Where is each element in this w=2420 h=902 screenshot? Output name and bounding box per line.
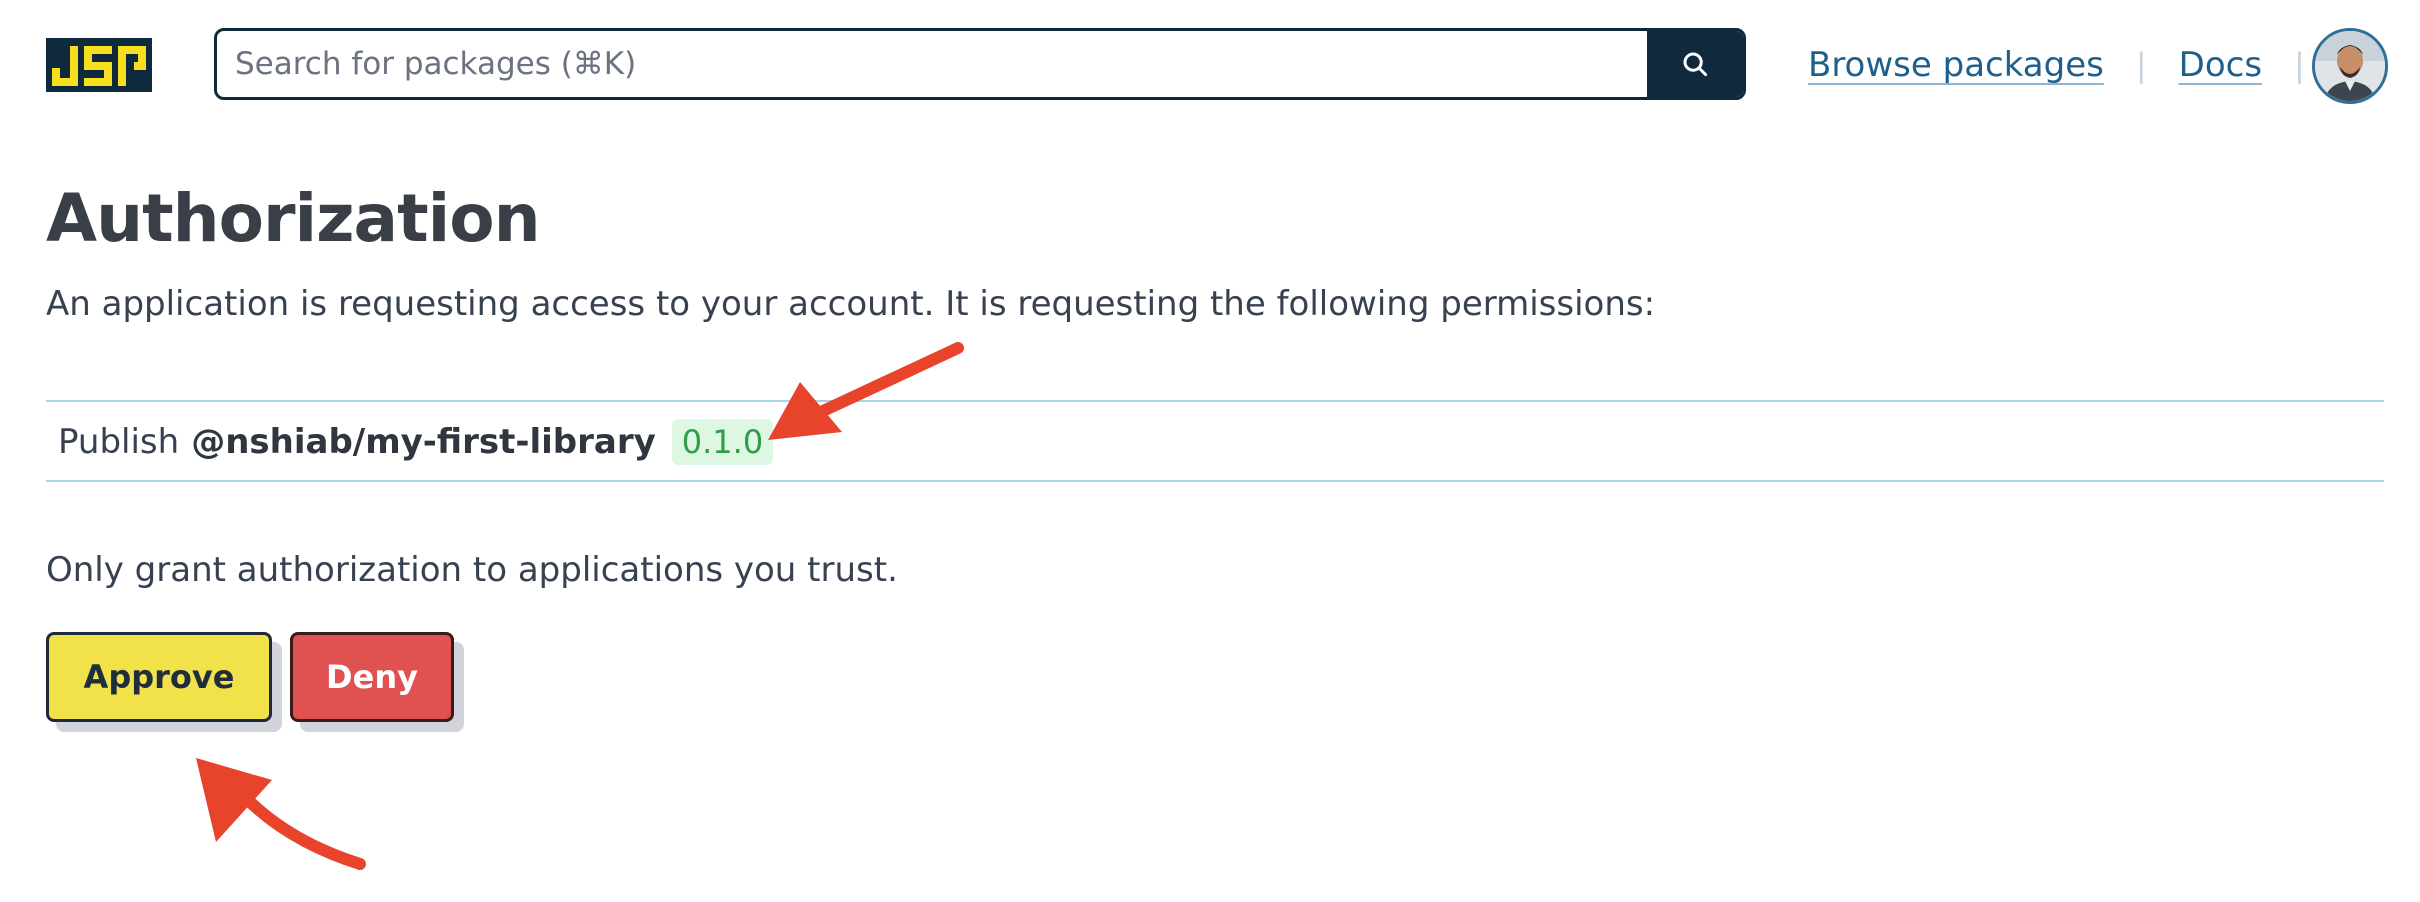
search-input[interactable] (217, 31, 1647, 97)
browse-packages-link[interactable]: Browse packages (1808, 45, 2104, 85)
docs-link[interactable]: Docs (2179, 45, 2262, 85)
permission-version-badge: 0.1.0 (671, 419, 774, 465)
search-box (214, 28, 1746, 100)
search-button[interactable] (1647, 31, 1743, 97)
annotation-arrow-approve (196, 758, 366, 870)
nav-separator: | (2135, 46, 2147, 84)
page-title: Authorization (46, 180, 541, 257)
approve-button[interactable]: Approve (46, 632, 272, 722)
permission-action: Publish (58, 422, 180, 462)
header-nav: Browse packages | Docs | (1808, 38, 2337, 92)
nav-separator: | (2294, 46, 2305, 84)
site-header: Browse packages | Docs | (0, 0, 2420, 130)
search-icon (1683, 52, 1708, 77)
jsr-logo-icon (46, 38, 152, 92)
permissions-table: Publish @nshiab/my-first-library 0.1.0 (46, 400, 2384, 482)
approve-button-wrap: Approve (46, 632, 282, 732)
trust-warning-text: Only grant authorization to applications… (46, 550, 898, 590)
avatar[interactable] (2312, 28, 2388, 104)
permission-row: Publish @nshiab/my-first-library 0.1.0 (58, 415, 774, 469)
permission-package: @nshiab/my-first-library (191, 422, 656, 462)
intro-text: An application is requesting access to y… (46, 284, 1656, 324)
deny-button-wrap: Deny (290, 632, 464, 732)
user-avatar-icon (2315, 31, 2385, 101)
deny-button[interactable]: Deny (290, 632, 454, 722)
jsr-logo[interactable] (46, 38, 152, 92)
